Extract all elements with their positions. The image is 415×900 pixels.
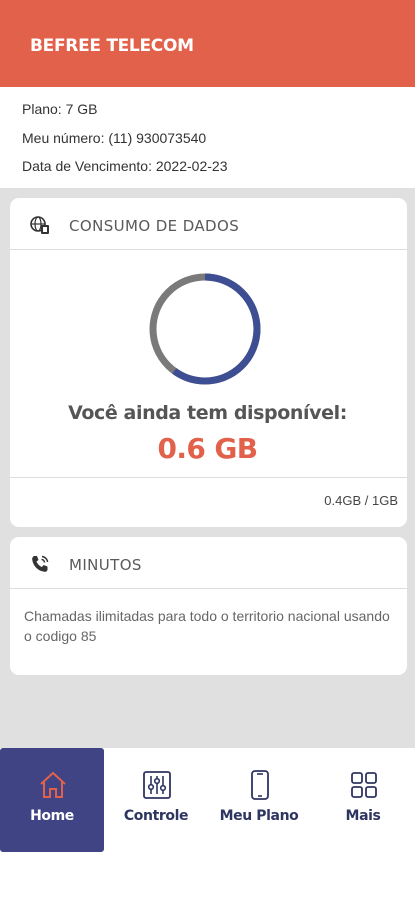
- plan-text: Plano: 7 GB: [22, 101, 98, 117]
- usage-ratio: 0.4GB / 1GB: [324, 493, 398, 508]
- nav-home-label: Home: [30, 808, 74, 824]
- available-value: 0.6 GB: [157, 432, 258, 465]
- due-date-text: Data de Vencimento: 2022-02-23: [22, 158, 228, 174]
- data-card-divider: [10, 477, 407, 478]
- nav-mais[interactable]: Mais: [311, 748, 415, 852]
- app-title: BEFREE TELECOM: [30, 36, 194, 56]
- nav-mais-label: Mais: [345, 808, 381, 824]
- minutes-card-title: MINUTOS: [69, 556, 142, 574]
- grid-icon: [351, 772, 377, 798]
- bottom-nav: Home Controle Meu Plano Mais: [0, 748, 415, 852]
- phone-call-icon: [32, 555, 49, 572]
- nav-meu-plano[interactable]: Meu Plano: [207, 748, 311, 852]
- nav-controle[interactable]: Controle: [104, 748, 208, 852]
- phone-number-text: Meu número: (11) 930073540: [22, 130, 207, 146]
- nav-controle-label: Controle: [123, 808, 189, 824]
- home-icon: [40, 771, 66, 798]
- minutes-card-header: MINUTOS: [10, 537, 407, 589]
- phone-icon: [251, 770, 269, 800]
- globe-sim-icon: [30, 216, 49, 234]
- available-label: Você ainda tem disponível:: [68, 402, 347, 424]
- data-card-title: CONSUMO DE DADOS: [69, 217, 240, 235]
- app-header: BEFREE TELECOM: [0, 0, 415, 87]
- nav-meu-plano-label: Meu Plano: [219, 808, 299, 824]
- data-usage-ring: [149, 273, 261, 385]
- minutes-description: Chamadas ilimitadas para todo o territor…: [24, 608, 390, 644]
- sliders-icon: [143, 771, 171, 799]
- account-info: Plano: 7 GB Meu número: (11) 930073540 D…: [0, 87, 415, 188]
- data-card-header: CONSUMO DE DADOS: [10, 198, 407, 250]
- nav-home[interactable]: Home: [0, 748, 104, 852]
